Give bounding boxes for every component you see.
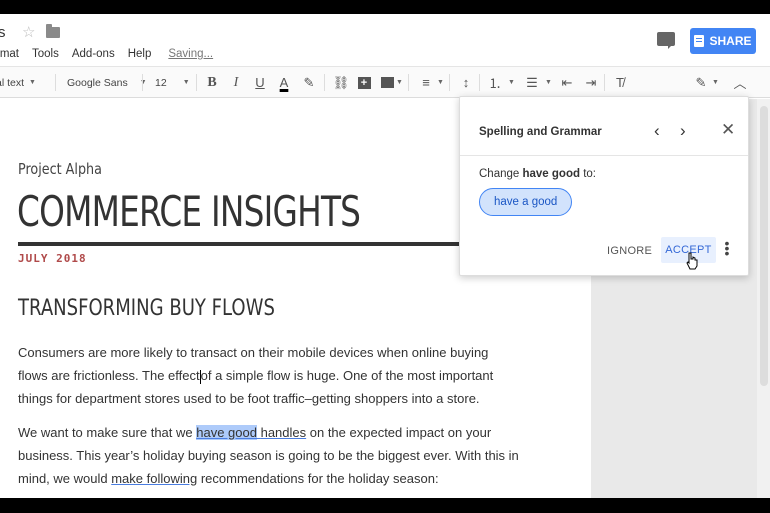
divider bbox=[196, 74, 197, 91]
headline-rule bbox=[18, 242, 478, 246]
divider bbox=[604, 74, 605, 91]
flagged-grammar-phrase[interactable]: make following bbox=[111, 471, 197, 486]
text-run: flows are frictionless. The effect bbox=[18, 368, 200, 383]
editing-mode-pencil-icon[interactable]: ✎ bbox=[692, 67, 710, 98]
chevron-down-icon: ▼ bbox=[139, 79, 147, 86]
share-icon bbox=[694, 35, 705, 47]
panel-title: Spelling and Grammar bbox=[479, 126, 602, 138]
document-title[interactable]: s bbox=[0, 24, 6, 41]
paragraph-line: flows are frictionless. The effectof a s… bbox=[18, 364, 518, 387]
ignore-button[interactable]: IGNORE bbox=[607, 245, 652, 257]
menu-addons[interactable]: Add-ons bbox=[72, 48, 115, 60]
link-icon[interactable]: ⛓ bbox=[332, 67, 350, 98]
paragraph-line: things for department stores used to be … bbox=[18, 391, 480, 406]
scrollbar-thumb[interactable] bbox=[760, 106, 768, 386]
text-run: recommendations for the holiday season: bbox=[197, 471, 439, 486]
insert-image-icon[interactable] bbox=[378, 67, 396, 98]
chevron-down-icon[interactable]: ▼ bbox=[437, 67, 444, 98]
divider bbox=[408, 74, 409, 91]
paragraph-line: mind, we would make following recommenda… bbox=[18, 467, 518, 490]
line-spacing-icon[interactable]: ↕ bbox=[457, 67, 475, 98]
comments-icon[interactable] bbox=[657, 32, 675, 49]
share-label: SHARE bbox=[709, 34, 752, 48]
numbered-list-icon[interactable]: ⒈ bbox=[486, 67, 504, 98]
text-color-icon[interactable]: A bbox=[275, 67, 293, 98]
flagged-phrase: have good bbox=[522, 168, 580, 180]
document-date: JULY 2018 bbox=[18, 252, 87, 265]
menu-tools[interactable]: Tools bbox=[32, 48, 59, 60]
bulleted-list-icon[interactable]: ☰ bbox=[523, 67, 541, 98]
chevron-down-icon[interactable]: ▼ bbox=[545, 67, 552, 98]
chevron-down-icon: ▼ bbox=[182, 79, 190, 86]
divider bbox=[449, 74, 450, 91]
docs-window: s ☆ SHARE rmat Tools Add-ons Help Saving… bbox=[0, 14, 770, 498]
divider bbox=[324, 74, 325, 91]
paragraph-line: business. This year’s holiday buying sea… bbox=[18, 448, 519, 463]
menu-format[interactable]: rmat bbox=[0, 48, 19, 60]
hand-pointer-cursor-icon bbox=[686, 252, 698, 270]
font-size-value: 12 bbox=[155, 76, 167, 89]
folder-icon[interactable] bbox=[46, 24, 60, 38]
text-run: mind, we would bbox=[18, 471, 112, 486]
chevron-down-icon[interactable]: ▼ bbox=[712, 67, 719, 98]
paragraph-line: Consumers are more likely to transact on… bbox=[18, 345, 489, 360]
decrease-indent-icon[interactable]: ⇤ bbox=[558, 67, 576, 98]
project-label: Project Alpha bbox=[18, 160, 102, 178]
italic-icon[interactable]: I bbox=[227, 67, 245, 98]
change-prompt: Change have good to: bbox=[479, 168, 596, 180]
change-prefix: Change bbox=[479, 168, 523, 180]
menu-bar: rmat Tools Add-ons Help Saving... bbox=[0, 45, 226, 63]
save-status: Saving... bbox=[168, 48, 214, 60]
chevron-down-icon[interactable]: ▼ bbox=[396, 67, 403, 98]
align-left-icon[interactable]: ≡ bbox=[417, 67, 435, 98]
paragraph-1[interactable]: Consumers are more likely to transact on… bbox=[18, 341, 518, 410]
close-icon[interactable]: ✕ bbox=[721, 120, 735, 140]
paragraph-style-value: al text bbox=[0, 76, 25, 89]
divider bbox=[55, 74, 56, 91]
highlight-pen-icon[interactable]: ✎ bbox=[300, 67, 318, 98]
star-icon[interactable]: ☆ bbox=[22, 23, 35, 41]
change-suffix: to: bbox=[580, 168, 596, 180]
share-button[interactable]: SHARE bbox=[690, 28, 756, 54]
paragraph-style-select[interactable]: al text ▼ bbox=[0, 67, 36, 98]
suggestion-chip[interactable]: have a good bbox=[479, 188, 573, 216]
increase-indent-icon[interactable]: ⇥ bbox=[582, 67, 600, 98]
divider bbox=[460, 155, 748, 156]
section-heading: TRANSFORMING BUY FLOWS bbox=[18, 296, 275, 321]
flagged-grammar-phrase[interactable]: have good bbox=[196, 425, 257, 440]
menu-help[interactable]: Help bbox=[128, 48, 152, 60]
text-run: We want to make sure that we bbox=[18, 425, 197, 440]
flagged-grammar-word[interactable]: handles bbox=[261, 425, 307, 440]
chevron-right-icon[interactable]: › bbox=[680, 121, 686, 141]
divider bbox=[479, 74, 480, 91]
title-bar: s ☆ SHARE bbox=[0, 14, 770, 54]
paragraph-2[interactable]: We want to make sure that we have good h… bbox=[18, 421, 519, 490]
chevron-down-icon: ▼ bbox=[29, 79, 36, 86]
bold-icon[interactable]: B bbox=[203, 67, 221, 98]
divider bbox=[142, 74, 143, 91]
collapse-toolbar-icon[interactable]: ︿ bbox=[731, 67, 749, 98]
chevron-down-icon[interactable]: ▼ bbox=[508, 67, 515, 98]
more-options-icon[interactable]: • • • bbox=[724, 236, 730, 260]
font-size-select[interactable]: 12 ▼ bbox=[155, 67, 190, 98]
paragraph-line: We want to make sure that we have good h… bbox=[18, 421, 518, 444]
formatting-toolbar: al text ▼ Google Sans ▼ 12 ▼ B I U A ✎ ⛓… bbox=[0, 66, 770, 98]
document-headline: COMMERCE INSIGHTS bbox=[17, 187, 361, 236]
text-run: on the expected impact on your bbox=[306, 425, 492, 440]
clear-formatting-icon[interactable]: T̸ bbox=[611, 67, 629, 98]
spelling-grammar-panel: Spelling and Grammar ‹ › ✕ Change have g… bbox=[459, 96, 749, 276]
add-comment-icon[interactable]: + bbox=[355, 67, 373, 98]
underline-icon[interactable]: U bbox=[251, 67, 269, 98]
font-value: Google Sans bbox=[67, 76, 128, 89]
text-run: of a simple flow is huge. One of the mos… bbox=[200, 368, 494, 383]
chevron-left-icon[interactable]: ‹ bbox=[654, 121, 660, 141]
font-select[interactable]: Google Sans ▼ bbox=[67, 67, 147, 98]
